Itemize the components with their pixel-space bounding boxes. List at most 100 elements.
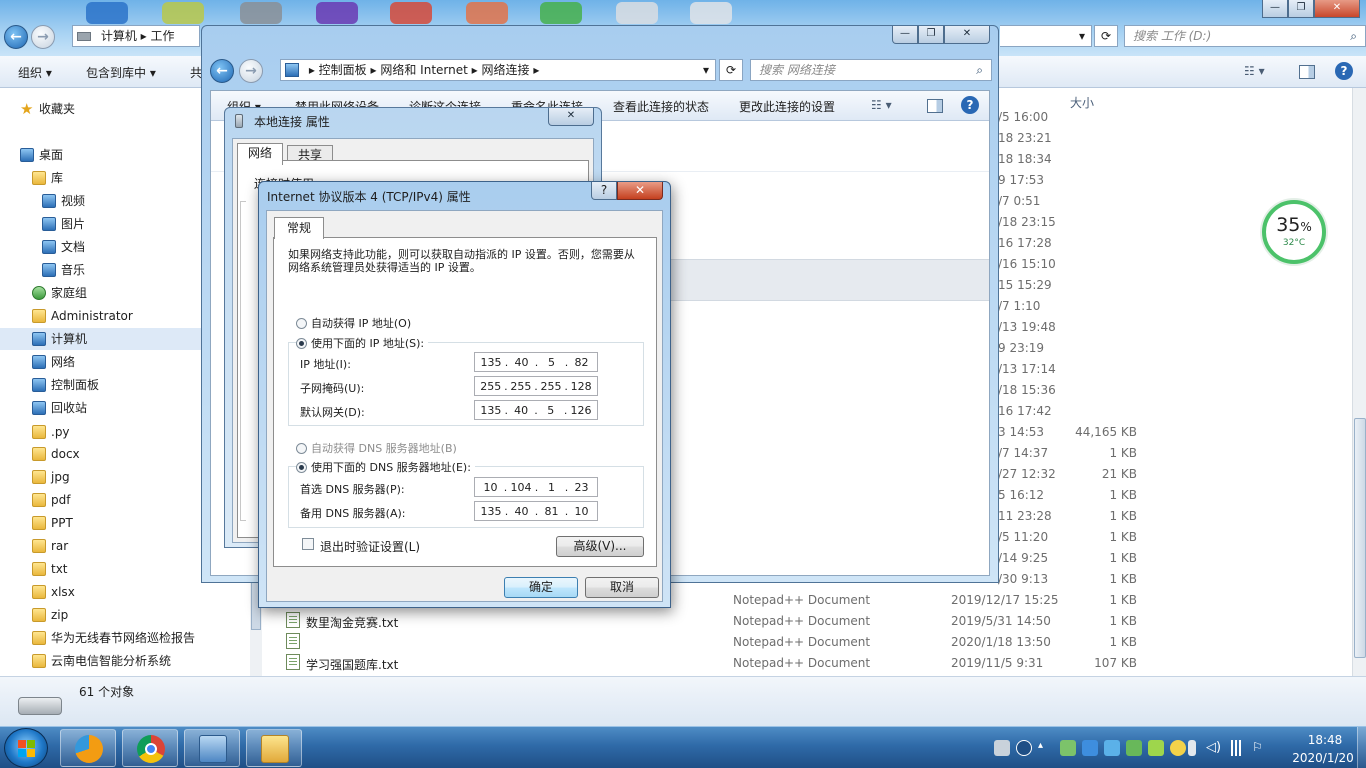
tray-expand-icon[interactable]: ▴ bbox=[1038, 740, 1046, 756]
breadcrumb-control-panel[interactable]: 控制面板 bbox=[319, 63, 367, 77]
forward-button[interactable]: → bbox=[31, 25, 55, 49]
file-row[interactable]: Notepad++ Document 2020/1/18 13:50 1 KB bbox=[282, 633, 1162, 653]
plus-tray-icon[interactable] bbox=[1170, 740, 1186, 756]
net-search-placeholder: 搜索 网络连接 bbox=[759, 63, 835, 77]
view-options-icon[interactable]: ☷ ▾ bbox=[1244, 64, 1265, 78]
auto-dns-radio[interactable]: 自动获得 DNS 服务器地址(B) bbox=[296, 440, 457, 456]
net-view-options-icon[interactable]: ☷ ▾ bbox=[871, 98, 892, 112]
help-tray-icon[interactable] bbox=[1016, 740, 1032, 756]
net-address-bar[interactable]: ▸ 控制面板 ▸ 网络和 Internet ▸ 网络连接 ▸ ▾ bbox=[280, 59, 716, 81]
net-search-input[interactable]: 搜索 网络连接 ⌕ bbox=[750, 59, 992, 81]
file-size: 1 KB bbox=[1109, 572, 1137, 586]
address-dropdown[interactable]: ▾ bbox=[1000, 25, 1092, 47]
windows-logo-icon bbox=[18, 740, 35, 757]
net-preview-pane-icon[interactable] bbox=[927, 99, 943, 113]
column-header-size[interactable]: 大小 bbox=[1070, 94, 1094, 111]
maximize-button[interactable]: ❐ bbox=[1288, 0, 1314, 18]
manual-ip-radio[interactable]: 使用下面的 IP 地址(S): bbox=[296, 335, 429, 351]
taskbar-chrome[interactable] bbox=[122, 729, 178, 767]
app-tray-icon[interactable] bbox=[1126, 740, 1142, 756]
taskbar-network-center[interactable] bbox=[184, 729, 240, 767]
clock-time[interactable]: 18:48 bbox=[1300, 733, 1350, 747]
default-gateway-input[interactable]: 135. 40. 5. 126 bbox=[474, 400, 598, 420]
document-icon bbox=[42, 240, 56, 254]
file-list-scrollbar[interactable] bbox=[1352, 88, 1366, 676]
search-icon: ⌕ bbox=[1350, 29, 1357, 43]
close-button[interactable]: ✕ bbox=[1314, 0, 1360, 18]
file-date: /7 1:10 bbox=[998, 299, 1041, 313]
breadcrumb-separator: ▸ bbox=[533, 63, 540, 77]
nav-item[interactable]: zip bbox=[0, 604, 250, 626]
net-back-button[interactable]: ← bbox=[210, 59, 234, 83]
clock-date[interactable]: 2020/1/20 bbox=[1288, 751, 1358, 765]
manual-dns-radio[interactable]: 使用下面的 DNS 服务器地址(E): bbox=[296, 459, 475, 475]
breadcrumb-work[interactable]: 工作 bbox=[151, 29, 175, 43]
nav-item[interactable]: 云南电信智能分析系统 bbox=[0, 650, 250, 672]
library-icon bbox=[32, 171, 46, 185]
net-close-button[interactable]: ✕ bbox=[944, 26, 990, 44]
homegroup-icon bbox=[32, 286, 46, 300]
ip-address-input[interactable]: 135. 40. 5. 82 bbox=[474, 352, 598, 372]
tab-general[interactable]: 常规 bbox=[274, 217, 324, 239]
security-shield-icon[interactable] bbox=[1060, 740, 1076, 756]
breadcrumb-network-internet[interactable]: 网络和 Internet bbox=[380, 63, 467, 77]
explorer-address-bar[interactable]: 计算机 ▸ 工作 bbox=[72, 25, 200, 47]
file-date: /18 23:15 bbox=[998, 215, 1056, 229]
network-tray-icon[interactable] bbox=[1104, 740, 1120, 756]
advanced-button[interactable]: 高级(V)... bbox=[556, 536, 644, 557]
nav-item-label: 华为无线春节网络巡检报告 bbox=[51, 631, 196, 645]
net-help-icon[interactable]: ? bbox=[961, 96, 979, 114]
nav-item-label: 图片 bbox=[61, 217, 86, 231]
local-props-close-button[interactable]: ✕ bbox=[548, 108, 594, 126]
battery-icon[interactable] bbox=[1188, 740, 1196, 756]
nav-item[interactable]: xlsx bbox=[0, 581, 250, 603]
file-row[interactable]: 数里淘金竞赛.txt Notepad++ Document 2019/5/31 14… bbox=[282, 612, 1162, 632]
guard-tray-icon[interactable] bbox=[1148, 740, 1164, 756]
notification-icon[interactable]: ⚐ bbox=[1252, 740, 1268, 756]
refresh-button[interactable]: ⟳ bbox=[1094, 25, 1118, 47]
file-list-scrollbar-thumb[interactable] bbox=[1354, 418, 1366, 658]
help-button[interactable]: ? bbox=[591, 182, 617, 200]
preview-pane-icon[interactable] bbox=[1299, 65, 1315, 79]
back-button[interactable]: ← bbox=[4, 25, 28, 49]
octet-separator: . bbox=[503, 480, 508, 494]
ipv4-close-button[interactable]: ✕ bbox=[617, 182, 663, 200]
taskbar-explorer[interactable] bbox=[246, 729, 302, 767]
keyboard-icon[interactable] bbox=[994, 740, 1010, 756]
net-minimize-button[interactable]: — bbox=[892, 26, 918, 44]
net-address-dropdown[interactable]: ▾ bbox=[703, 60, 709, 80]
signal-icon[interactable] bbox=[1228, 740, 1244, 756]
minimize-button[interactable]: — bbox=[1262, 0, 1288, 18]
view-status-button[interactable]: 查看此连接的状态 bbox=[613, 98, 709, 115]
preferred-dns-input[interactable]: 10. 104. 1. 23 bbox=[474, 477, 598, 497]
tab-network[interactable]: 网络 bbox=[237, 143, 283, 165]
net-refresh-button[interactable]: ⟳ bbox=[719, 59, 743, 81]
manual-ip-radio-dot bbox=[296, 338, 307, 349]
net-forward-button[interactable]: → bbox=[239, 59, 263, 83]
start-button[interactable] bbox=[4, 728, 48, 768]
breadcrumb-network-connections[interactable]: 网络连接 bbox=[482, 63, 530, 77]
show-desktop-button[interactable] bbox=[1357, 727, 1366, 768]
breadcrumb-computer[interactable]: 计算机 bbox=[101, 29, 137, 43]
cancel-button[interactable]: 取消 bbox=[585, 577, 659, 598]
ok-button[interactable]: 确定 bbox=[504, 577, 578, 598]
desktop-icon-strip bbox=[316, 2, 358, 24]
file-row[interactable]: 学习强国题库.txt Notepad++ Document 2019/11/5 9:… bbox=[282, 654, 1162, 674]
nav-item[interactable]: 华为无线春节网络巡检报告 bbox=[0, 627, 250, 649]
validate-on-exit-checkbox[interactable] bbox=[302, 538, 314, 550]
taskbar-qq-browser[interactable] bbox=[60, 729, 116, 767]
organize-menu[interactable]: 组织 ▾ bbox=[18, 64, 52, 81]
help-icon[interactable]: ? bbox=[1335, 62, 1353, 80]
ip-address-label: IP 地址(I): bbox=[300, 358, 351, 371]
qq-tray-icon[interactable] bbox=[1082, 740, 1098, 756]
net-maximize-button[interactable]: ❐ bbox=[918, 26, 944, 44]
validate-on-exit-label[interactable]: 退出时验证设置(L) bbox=[320, 538, 420, 555]
change-settings-button[interactable]: 更改此连接的设置 bbox=[739, 98, 835, 115]
subnet-mask-input[interactable]: 255. 255. 255. 128 bbox=[474, 376, 598, 396]
temperature-gauge-widget[interactable]: 35% 32°C bbox=[1262, 200, 1326, 264]
alternate-dns-input[interactable]: 135. 40. 81. 10 bbox=[474, 501, 598, 521]
auto-ip-radio[interactable]: 自动获得 IP 地址(O) bbox=[296, 315, 411, 331]
volume-icon[interactable]: ◁) bbox=[1206, 740, 1222, 756]
explorer-search-input[interactable]: 搜索 工作 (D:) ⌕ bbox=[1124, 25, 1366, 47]
include-in-library-menu[interactable]: 包含到库中 ▾ bbox=[86, 64, 156, 81]
